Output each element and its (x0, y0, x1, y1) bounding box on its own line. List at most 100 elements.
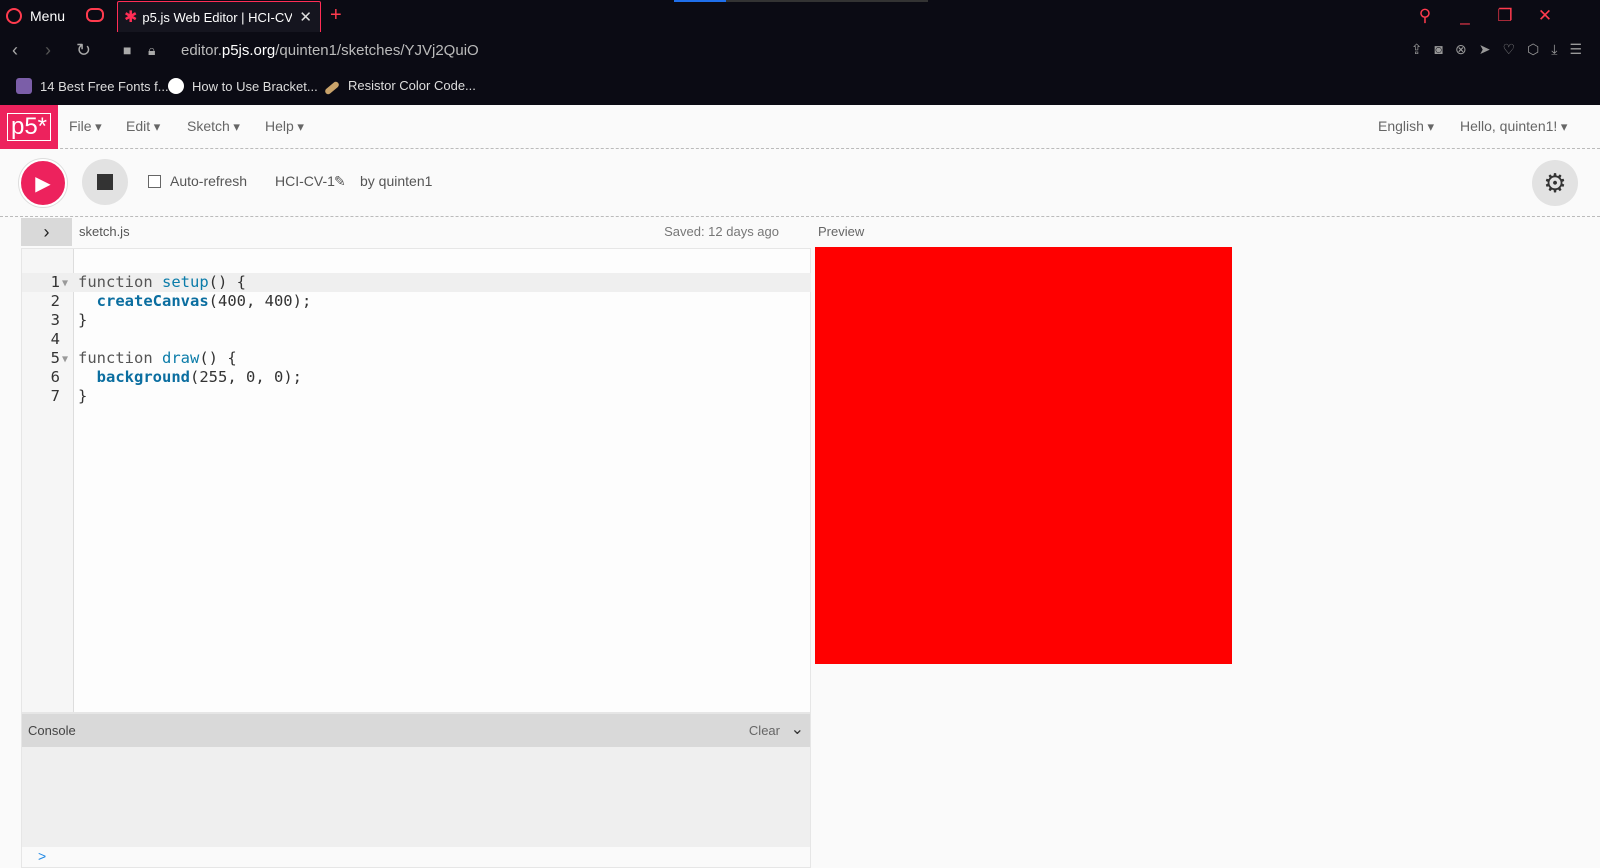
code-line[interactable]: 5 ▼ function draw() { (22, 349, 811, 368)
url-prefix: editor. (181, 42, 222, 59)
code-text: } (78, 311, 88, 329)
heart-icon[interactable]: ♡ (1502, 41, 1515, 58)
menu-edit[interactable]: Edit (126, 118, 160, 135)
menu-help[interactable]: Help (265, 118, 304, 135)
code-line[interactable]: 7 } (22, 387, 811, 406)
browser-tab-bar: Menu ✱ p5.js Web Editor | HCI-CV-1 ✕ + ⚲… (0, 0, 1600, 32)
easy-setup-icon[interactable]: ☰ (1569, 41, 1582, 58)
line-number: 5 (50, 349, 60, 367)
console-panel: Console Clear ⌄ > (21, 713, 811, 868)
gamepad-icon[interactable] (86, 8, 104, 22)
font-icon (16, 78, 32, 94)
line-number: 1 (50, 273, 60, 291)
github-icon (168, 78, 184, 94)
sidebar-toggle-button[interactable]: › (21, 218, 72, 246)
address-bar: ‹ › ↻ ■ 🔒︎ editor.p5js.org/quinten1/sket… (0, 32, 1600, 70)
menu-sketch[interactable]: Sketch (187, 118, 240, 135)
back-icon[interactable]: ‹ (12, 40, 18, 61)
language-dropdown[interactable]: English (1378, 118, 1434, 135)
line-number: 7 (50, 387, 60, 405)
file-name: sketch.js (79, 224, 130, 239)
logo-text: p5* (6, 113, 52, 141)
code-text: } (78, 387, 88, 405)
url-field[interactable]: editor.p5js.org/quinten1/sketches/YJVj2Q… (181, 42, 479, 59)
bookmark-label: How to Use Bracket... (192, 78, 318, 94)
bookmark-label: Resistor Color Code... (348, 78, 476, 93)
reload-icon[interactable]: ↻ (76, 40, 91, 61)
bookmarks-bar: 14 Best Free Fonts f... How to Use Brack… (0, 70, 1600, 105)
code-editor[interactable]: 1 ▼ function setup() { 2 createCanvas(40… (21, 248, 811, 713)
tab-title: p5.js Web Editor | HCI-CV-1 (142, 9, 293, 25)
gear-icon: ⚙ (1543, 167, 1567, 198)
bookmark-label: 14 Best Free Fonts f... (40, 78, 169, 94)
forward-icon[interactable]: › (45, 40, 51, 61)
sketch-name[interactable]: HCI-CV-1 (275, 173, 335, 189)
code-line[interactable]: 6 background(255, 0, 0); (22, 368, 811, 387)
resistor-icon (323, 80, 341, 96)
snapshot-icon[interactable]: ◙ (1435, 41, 1443, 58)
code-text: function draw() { (78, 349, 237, 367)
send-icon[interactable]: ➤ (1479, 41, 1491, 58)
close-window-button[interactable]: ✕ (1525, 0, 1565, 32)
code-text: function setup() { (78, 273, 246, 291)
adblock-icon[interactable]: ⊗ (1455, 41, 1467, 58)
minimize-button[interactable]: _ (1445, 0, 1485, 32)
code-line[interactable]: 2 createCanvas(400, 400); (22, 292, 811, 311)
play-button[interactable]: ▶ (19, 159, 67, 207)
chevron-down-icon[interactable]: ⌄ (791, 719, 804, 739)
editor-toolbar: ▶ Auto-refresh HCI-CV-1 ✎ by quinten1 ⚙ (0, 149, 1600, 217)
console-output (22, 747, 810, 847)
line-number: 3 (50, 311, 60, 329)
bookmark-item[interactable]: 14 Best Free Fonts f... (16, 78, 169, 94)
browser-tab-active[interactable]: ✱ p5.js Web Editor | HCI-CV-1 ✕ (117, 1, 321, 32)
stop-icon (97, 174, 113, 190)
stop-button[interactable] (82, 159, 128, 205)
download-icon[interactable]: ⤓ (1551, 41, 1557, 58)
saved-status: Saved: 12 days ago (664, 224, 779, 239)
file-header: › sketch.js Saved: 12 days ago (21, 218, 811, 248)
console-header: Console Clear ⌄ (22, 714, 810, 747)
pencil-icon[interactable]: ✎ (334, 173, 346, 190)
camera-icon[interactable]: ■ (123, 42, 131, 58)
code-text: background(255, 0, 0); (96, 368, 302, 386)
fold-icon[interactable]: ▼ (62, 274, 68, 293)
p5-asterisk-icon: ✱ (124, 9, 138, 26)
play-icon: ▶ (35, 172, 51, 195)
url-domain: p5js.org (221, 42, 276, 59)
console-title: Console (28, 723, 76, 738)
browser-menu-button[interactable]: Menu (6, 0, 65, 32)
user-menu[interactable]: Hello, quinten1! (1460, 118, 1567, 135)
auto-refresh-checkbox[interactable] (148, 175, 161, 188)
chevron-right-icon: › (43, 221, 50, 242)
share-icon[interactable]: ⇪ (1411, 41, 1423, 58)
line-number: 4 (50, 330, 60, 348)
close-tab-icon[interactable]: ✕ (299, 8, 312, 26)
sketch-owner: by quinten1 (360, 173, 433, 189)
url-path: /quinten1/sketches/YJVj2QuiO (275, 42, 479, 59)
console-clear-button[interactable]: Clear (749, 723, 780, 738)
bookmark-item[interactable]: How to Use Bracket... (168, 78, 318, 94)
code-line[interactable]: 1 ▼ function setup() { (22, 273, 811, 292)
editor-nav: p5* File Edit Sketch Help English Hello,… (0, 105, 1600, 149)
preview-label: Preview (818, 224, 865, 239)
opera-logo-icon (6, 8, 22, 24)
lock-icon[interactable]: 🔒︎ (148, 42, 155, 59)
line-number: 2 (50, 292, 60, 310)
p5-logo[interactable]: p5* (0, 105, 58, 149)
cube-icon[interactable]: ⬡ (1527, 41, 1539, 58)
menu-file[interactable]: File (69, 118, 102, 135)
bookmark-item[interactable]: Resistor Color Code... (323, 78, 476, 96)
console-prompt[interactable]: > (38, 848, 46, 864)
settings-button[interactable]: ⚙ (1532, 160, 1578, 206)
preview-canvas[interactable] (815, 247, 1232, 664)
code-line[interactable]: 4 (22, 330, 811, 349)
tab-progress-line (674, 0, 928, 2)
code-line[interactable]: 3 } (22, 311, 811, 330)
address-bar-actions: ⇪ ◙ ⊗ ➤ ♡ ⬡ ⤓ ☰ (1411, 41, 1582, 58)
search-icon[interactable]: ⚲ (1405, 0, 1445, 32)
new-tab-button[interactable]: + (330, 4, 342, 27)
fold-icon[interactable]: ▼ (62, 350, 68, 369)
restore-button[interactable]: ❐ (1485, 0, 1525, 32)
code-text: createCanvas(400, 400); (96, 292, 312, 310)
browser-menu-label: Menu (30, 8, 66, 24)
